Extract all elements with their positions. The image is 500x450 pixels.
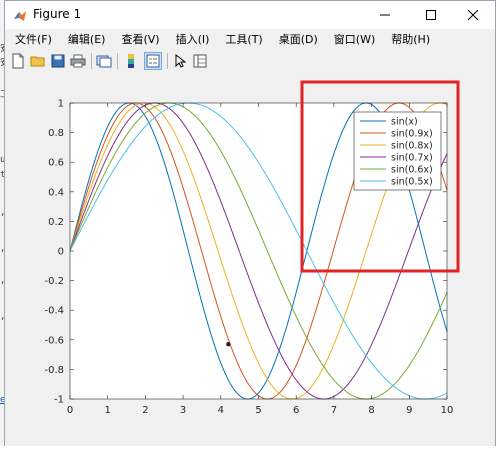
window-title: Figure 1 (33, 7, 82, 21)
x-tick-label: 4 (218, 405, 224, 416)
y-tick-label: -0.8 (44, 365, 64, 376)
insert-legend-button[interactable] (144, 52, 162, 70)
maximize-button[interactable] (409, 1, 453, 29)
new-file-icon (12, 53, 24, 69)
minimize-button[interactable] (363, 1, 407, 29)
legend-label: sin(0.9x) (391, 129, 433, 140)
y-tick-label: 1 (58, 99, 64, 110)
legend-label: sin(0.7x) (391, 153, 433, 164)
y-tick-label: 0.6 (48, 158, 64, 169)
plot-svg: 0 1 2 3 4 5 6 7 8 9 10 -1 -0.8 -0.6 -0.4 -0.2 0 0.2 0.4 0.6… (44, 80, 460, 416)
colorbar-icon (128, 54, 134, 68)
menu-bar: 文件(F) 编辑(E) 查看(V) 插入(I) 工具(T) 桌面(D) 窗口(W… (5, 29, 495, 49)
folder-open-icon (30, 56, 45, 67)
x-tick-label: 10 (441, 405, 454, 416)
figure-window: Figure 1 文件(F) 编辑(E) 查看(V) 插入(I) 工具(T) 桌… (4, 0, 496, 446)
x-tick-label: 8 (368, 405, 374, 416)
figure-canvas: 0 1 2 3 4 5 6 7 8 9 10 -1 -0.8 -0.6 -0.4 -0.2 0 0.2 0.4 0.6… (5, 73, 495, 446)
legend[interactable]: sin(x)sin(0.9x)sin(0.8x)sin(0.7x)sin(0.6… (353, 111, 442, 191)
menu-tools[interactable]: 工具(T) (219, 31, 268, 47)
printer-icon (70, 54, 86, 68)
menu-desktop[interactable]: 桌面(D) (273, 31, 324, 47)
save-button[interactable] (49, 52, 67, 70)
save-icon (51, 54, 65, 68)
property-inspector-button[interactable] (191, 52, 209, 70)
x-tick-label: 5 (255, 405, 261, 416)
y-tick-label: -0.6 (44, 335, 64, 346)
property-inspector-icon (193, 54, 207, 68)
close-icon (468, 10, 478, 20)
x-tick-label: 2 (142, 405, 148, 416)
y-tick-label: 0.2 (48, 217, 64, 228)
matlab-icon (13, 8, 27, 27)
data-marker-point[interactable] (226, 342, 231, 347)
y-tick-label: -1 (54, 395, 64, 406)
legend-label: sin(0.5x) (391, 177, 433, 188)
y-tick-label: 0.8 (48, 128, 64, 139)
arrow-pointer-icon (175, 54, 186, 68)
y-tick-label: -0.4 (44, 306, 64, 317)
x-tick-label: 3 (180, 405, 186, 416)
legend-label: sin(0.8x) (391, 141, 433, 152)
menu-window[interactable]: 窗口(W) (328, 31, 381, 47)
link-plot-icon (96, 55, 112, 68)
edit-plot-button[interactable] (171, 52, 189, 70)
minimize-icon (380, 14, 390, 16)
insert-colorbar-button[interactable] (122, 52, 140, 70)
y-tick-label: 0.4 (48, 187, 64, 198)
title-bar[interactable]: Figure 1 (5, 1, 495, 30)
menu-edit[interactable]: 编辑(E) (62, 31, 112, 47)
toolbar-separator (167, 53, 168, 69)
menu-view[interactable]: 查看(V) (115, 31, 165, 47)
y-tick-label: -0.2 (44, 276, 64, 287)
x-tick-label: 7 (331, 405, 337, 416)
y-tick-label: 0 (58, 247, 64, 258)
menu-file[interactable]: 文件(F) (9, 31, 58, 47)
menu-help[interactable]: 帮助(H) (385, 31, 436, 47)
x-tick-label: 1 (105, 405, 111, 416)
open-file-button[interactable] (29, 52, 47, 70)
legend-label: sin(0.6x) (391, 165, 433, 176)
close-button[interactable] (451, 1, 495, 29)
toolbar (5, 49, 495, 74)
menu-insert[interactable]: 插入(I) (170, 31, 216, 47)
x-tick-label: 6 (293, 405, 299, 416)
x-tick-label: 0 (67, 405, 73, 416)
maximize-icon (426, 10, 436, 20)
new-figure-button[interactable] (9, 52, 27, 70)
legend-label: sin(x) (391, 117, 418, 128)
print-button[interactable] (69, 52, 87, 70)
link-plot-button[interactable] (95, 52, 113, 70)
toolbar-separator (91, 53, 92, 69)
x-tick-label: 9 (406, 405, 412, 416)
legend-icon (146, 54, 160, 68)
toolbar-separator (117, 53, 118, 69)
